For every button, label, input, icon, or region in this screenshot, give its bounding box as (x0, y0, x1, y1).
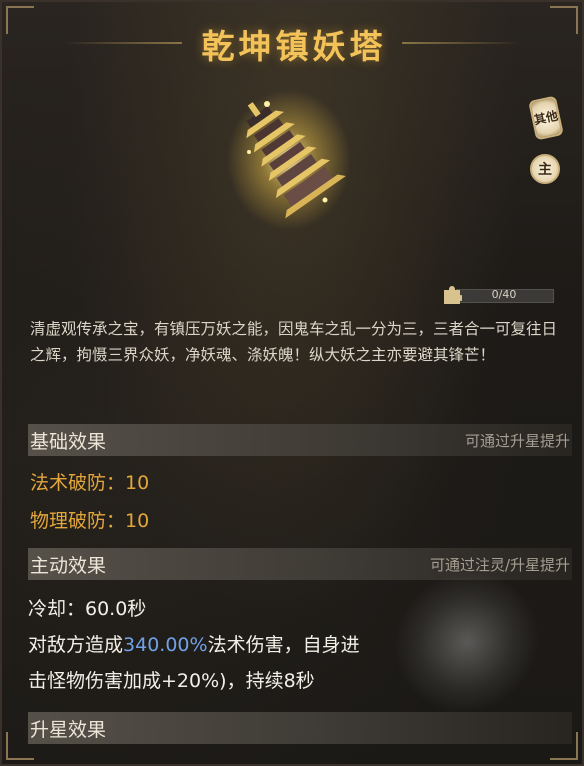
active-effect-suffix: 法术伤害，自身进 (207, 634, 360, 656)
basic-effect-header: 基础效果 可通过升星提升 (28, 424, 572, 456)
active-effect-title: 主动效果 (30, 555, 107, 577)
active-effect-line-1: 对敌方造成340.00%法术伤害，自身进 (28, 630, 360, 657)
puzzle-piece-icon (444, 286, 462, 304)
stat-magic-penetration: 法术破防：10 (30, 472, 150, 494)
stat-physical-penetration: 物理破防：10 (30, 510, 150, 532)
damage-percent: 340.00% (123, 634, 208, 656)
pagoda-treasure-icon (227, 90, 351, 230)
other-category-button[interactable]: 其他 (528, 95, 564, 141)
item-title: 乾坤镇妖塔 (201, 27, 387, 66)
main-slot-label: 主 (538, 162, 552, 178)
item-detail-panel: 乾坤镇妖塔 其他 主 0/40 清虚观传承之宝，有镇压万妖之能，因鬼车之乱一分为… (0, 0, 584, 766)
item-description: 清虚观传承之宝，有镇压万妖之能，因鬼车之乱一分为三，三者合一可复往日之辉，拘慑三… (30, 320, 558, 364)
star-effect-title: 升星效果 (30, 719, 107, 741)
other-category-label: 其他 (532, 108, 560, 128)
active-effect-prefix: 对敌方造成 (28, 634, 124, 656)
basic-effect-hint: 可通过升星提升 (464, 432, 570, 450)
main-slot-button[interactable]: 主 (530, 154, 560, 184)
active-effect-line-2: 击怪物伤害加成+20%)，持续8秒 (28, 670, 315, 692)
fragment-progress: 0/40 (442, 286, 554, 304)
fragment-progress-text: 0/40 (491, 288, 517, 301)
basic-effect-title: 基础效果 (30, 431, 107, 453)
active-cooldown: 冷却：60.0秒 (28, 598, 147, 620)
star-effect-header: 升星效果 (28, 712, 572, 744)
